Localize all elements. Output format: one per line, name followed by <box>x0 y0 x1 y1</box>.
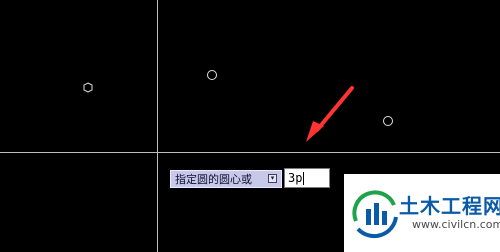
command-input[interactable]: 3p <box>284 168 330 188</box>
point-circle <box>383 116 393 126</box>
watermark-url: www.civilcn.com <box>412 218 500 231</box>
point-marker <box>83 82 93 93</box>
watermark-name: 土木工程网 <box>399 194 500 218</box>
dropdown-arrow-icon[interactable]: ▾ <box>268 174 277 183</box>
command-input-value: 3p <box>288 171 303 185</box>
arrow-annotation-icon <box>306 86 354 142</box>
point-circle <box>207 70 217 80</box>
civilcn-logo-icon <box>352 190 398 239</box>
text-caret <box>303 172 305 185</box>
crosshair-icon <box>157 0 158 252</box>
command-prompt: 指定圆的圆心或 ▾ <box>170 170 282 188</box>
watermark-logo: 土木工程网 www.civilcn.com <box>344 174 500 252</box>
prompt-text: 指定圆的圆心或 <box>175 173 252 186</box>
crosshair-horizontal <box>0 152 500 153</box>
